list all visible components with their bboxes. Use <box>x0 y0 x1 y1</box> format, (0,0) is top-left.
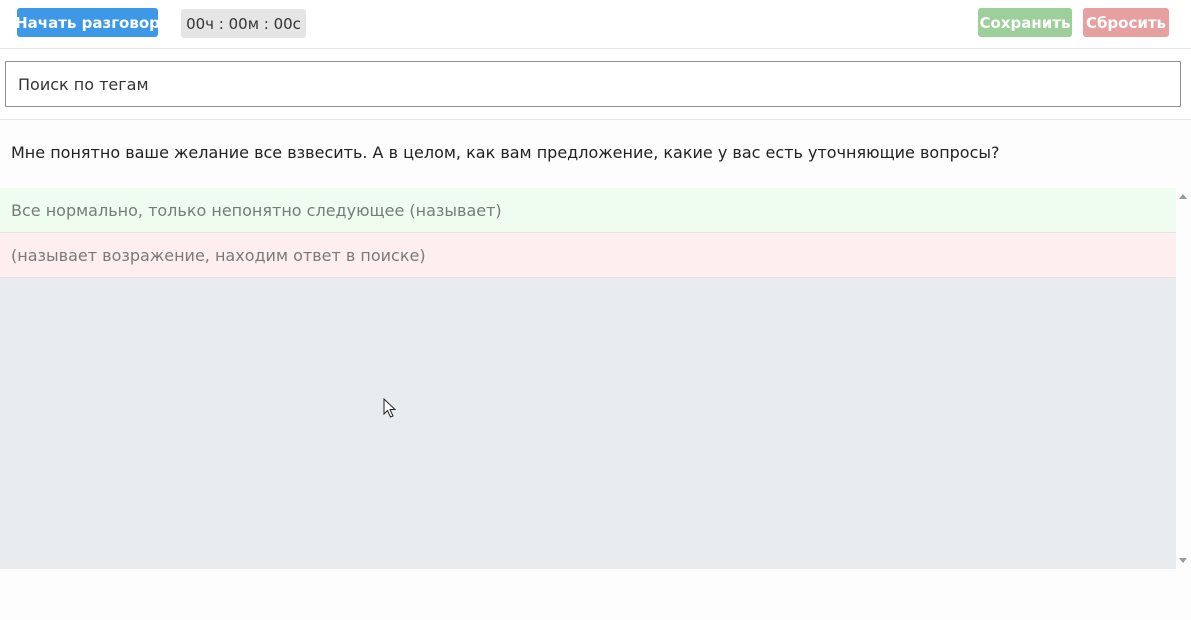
answer-option-positive[interactable]: Все нормально, только непонятно следующе… <box>0 188 1176 233</box>
scroll-up-arrow-icon[interactable] <box>1179 194 1187 199</box>
script-question: Мне понятно ваше желание все взвесить. А… <box>11 143 1000 162</box>
answer-list-scrollbar[interactable] <box>1176 188 1191 569</box>
scroll-down-arrow-icon[interactable] <box>1179 558 1187 563</box>
top-toolbar: Начать разговор 00ч : 00м : 00с Сохранит… <box>0 0 1191 49</box>
tag-search-input[interactable] <box>5 61 1181 107</box>
start-conversation-button[interactable]: Начать разговор <box>15 8 160 37</box>
answer-list: Все нормально, только непонятно следующе… <box>0 188 1176 569</box>
search-bar <box>0 49 1191 120</box>
reset-button[interactable]: Сбросить <box>1083 8 1169 37</box>
answer-option-negative[interactable]: (называет возражение, находим ответ в по… <box>0 233 1176 278</box>
conversation-timer: 00ч : 00м : 00с <box>181 9 306 38</box>
save-button[interactable]: Сохранить <box>978 8 1072 37</box>
mouse-pointer-icon <box>383 398 397 418</box>
